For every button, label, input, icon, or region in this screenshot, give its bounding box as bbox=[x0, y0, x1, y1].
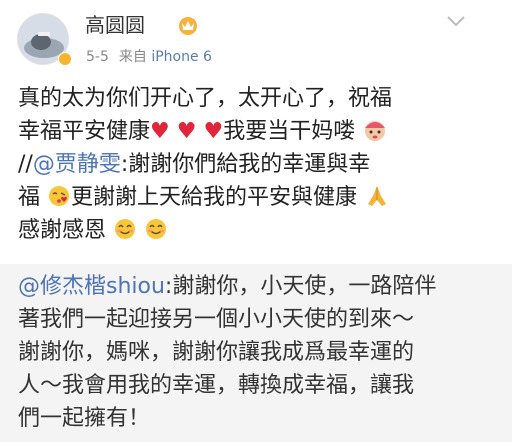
source-prefix: 来自 bbox=[118, 49, 147, 65]
reposted-content[interactable]: @修杰楷shiou:謝謝你，小天使，一路陪伴 著我們一起迎接另一個小小天使的到來… bbox=[0, 264, 512, 442]
baby-face-emoji bbox=[365, 121, 386, 141]
content-line-4: 福 更謝謝上天給我的平安與健康 bbox=[18, 181, 498, 214]
content-line-2: 幸福平安健康♥ ♥ ♥我要当干妈喽 bbox=[18, 115, 498, 148]
content-line-5: 感謝感恩 bbox=[18, 214, 498, 247]
post-date: 5-5 bbox=[86, 49, 109, 65]
content-text: 更謝謝上天給我的平安與健康 bbox=[71, 185, 358, 210]
repost-author-mention[interactable]: @修杰楷shiou bbox=[18, 274, 165, 299]
source-device[interactable]: iPhone 6 bbox=[151, 49, 212, 65]
verified-badge-icon bbox=[58, 52, 72, 66]
repost-line-1: @修杰楷shiou:謝謝你，小天使，一路陪伴 bbox=[18, 270, 498, 303]
repost-line-3: 謝謝你，媽咪，謝謝你讓我成爲最幸運的 bbox=[18, 340, 415, 365]
repost-line-5: 們一起擁有！ bbox=[18, 406, 151, 431]
vip-crown-icon[interactable] bbox=[177, 15, 199, 35]
content-text: 福 bbox=[18, 185, 41, 210]
repost-line-2: 著我們一起迎接另一個小小天使的到來～ bbox=[18, 307, 415, 332]
kissing-face-emoji bbox=[49, 186, 70, 206]
content-text: 感謝感恩 bbox=[18, 218, 107, 243]
praying-hands-emoji bbox=[368, 186, 387, 206]
post-meta: 5-5 来自 iPhone 6 bbox=[86, 48, 212, 66]
content-text: :謝謝你們給我的幸運與幸 bbox=[120, 152, 371, 177]
post-content: 真的太为你们开心了，太开心了，祝福 幸福平安健康♥ ♥ ♥我要当干妈喽 //@贾… bbox=[18, 82, 498, 247]
repost-text: @修杰楷shiou:謝謝你，小天使，一路陪伴 著我們一起迎接另一個小小天使的到來… bbox=[18, 270, 498, 435]
content-line-3: //@贾静雯:謝謝你們給我的幸運與幸 bbox=[18, 148, 498, 181]
smiling-face-emoji bbox=[146, 219, 167, 239]
repost-text-line: :謝謝你，小天使，一路陪伴 bbox=[164, 274, 437, 299]
repost-separator: // bbox=[18, 152, 33, 177]
content-line-1: 真的太为你们开心了，太开心了，祝福 bbox=[18, 86, 393, 111]
red-heart-emoji: ♥ bbox=[203, 119, 224, 144]
mention-link[interactable]: @贾静雯 bbox=[33, 152, 121, 177]
chevron-down-icon[interactable] bbox=[445, 13, 467, 29]
repost-line-4: 人～我會用我的幸運，轉換成幸福，讓我 bbox=[18, 373, 415, 398]
smiling-face-emoji bbox=[115, 219, 136, 239]
content-text: 幸福平安健康 bbox=[18, 119, 151, 144]
red-heart-emoji: ♥ bbox=[150, 119, 170, 144]
post-header: 高圆圆 5-5 来自 iPhone 6 bbox=[0, 0, 512, 78]
content-text: 我要当干妈喽 bbox=[223, 119, 356, 144]
username[interactable]: 高圆圆 bbox=[85, 13, 145, 37]
red-heart-emoji: ♥ bbox=[176, 119, 197, 144]
